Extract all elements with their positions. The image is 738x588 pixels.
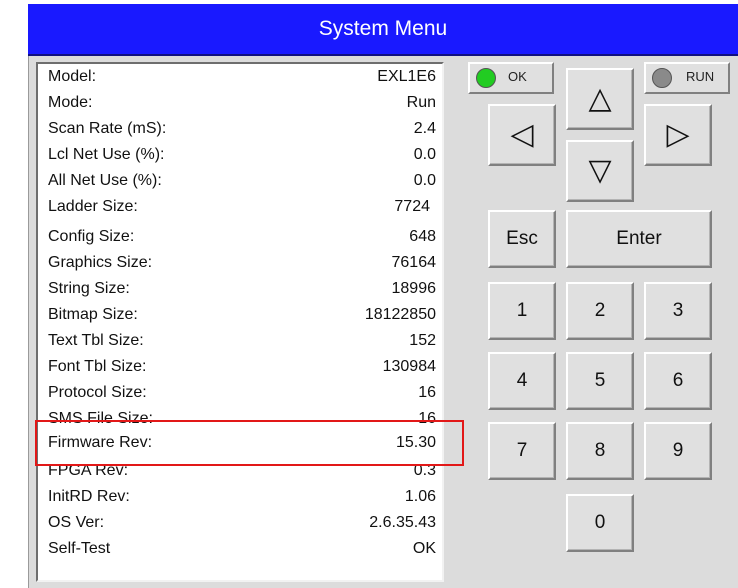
info-label: Ladder Size: xyxy=(48,198,138,215)
down-arrow-button[interactable]: ▽ xyxy=(566,140,634,202)
info-label: Text Tbl Size: xyxy=(48,332,144,349)
info-label: OS Ver: xyxy=(48,514,105,531)
key-2-button[interactable]: 2 xyxy=(566,282,634,340)
down-triangle-icon: ▽ xyxy=(588,154,612,187)
enter-button[interactable]: Enter xyxy=(566,210,712,268)
key-3-button[interactable]: 3 xyxy=(644,282,712,340)
esc-button[interactable]: Esc xyxy=(488,210,556,268)
info-row-config-size: Config Size: 648 xyxy=(48,228,440,250)
info-value: Run xyxy=(406,94,436,111)
run-led-icon xyxy=(652,68,672,88)
info-row-lcl-net-use: Lcl Net Use (%): 0.0 xyxy=(48,146,440,168)
run-status-label: RUN xyxy=(686,69,715,84)
key-9-button[interactable]: 9 xyxy=(644,422,712,480)
ok-status-label: OK xyxy=(508,69,527,84)
info-row-all-net-use: All Net Use (%): 0.0 xyxy=(48,172,440,194)
info-value: 1.06 xyxy=(404,488,436,505)
key-8-button[interactable]: 8 xyxy=(566,422,634,480)
info-row-mode: Mode: Run xyxy=(48,94,440,116)
info-value: 0.0 xyxy=(413,172,436,189)
ok-led-icon xyxy=(476,68,496,88)
info-row-initrd-rev: InitRD Rev: 1.06 xyxy=(48,488,440,510)
info-value: 76164 xyxy=(391,254,437,271)
info-value: 16 xyxy=(418,384,436,401)
key-4-button[interactable]: 4 xyxy=(488,352,556,410)
info-value: 18996 xyxy=(391,280,437,297)
system-info-list: Model: EXL1E6 Mode: Run Scan Rate (mS): … xyxy=(36,62,444,582)
info-value: 18122850 xyxy=(364,306,436,323)
left-triangle-icon: ◁ xyxy=(510,118,534,151)
firmware-rev-highlight xyxy=(35,420,464,466)
info-label: Protocol Size: xyxy=(48,384,147,401)
info-row-self-test: Self-Test OK xyxy=(48,540,440,562)
info-value: OK xyxy=(412,540,436,557)
info-row-font-tbl-size: Font Tbl Size: 130984 xyxy=(48,358,440,380)
info-value: 2.4 xyxy=(413,120,436,137)
ok-status-indicator: OK xyxy=(468,62,554,94)
info-row-string-size: String Size: 18996 xyxy=(48,280,440,302)
info-value: 152 xyxy=(409,332,436,349)
info-row-graphics-size: Graphics Size: 76164 xyxy=(48,254,440,276)
key-5-button[interactable]: 5 xyxy=(566,352,634,410)
info-value: 648 xyxy=(409,228,436,245)
info-label: Graphics Size: xyxy=(48,254,153,271)
info-label: Bitmap Size: xyxy=(48,306,138,323)
info-label: String Size: xyxy=(48,280,130,297)
info-value: EXL1E6 xyxy=(377,68,436,85)
info-row-os-ver: OS Ver: 2.6.35.43 xyxy=(48,514,440,536)
info-label: Mode: xyxy=(48,94,93,111)
info-label: Self-Test xyxy=(48,540,111,557)
key-6-button[interactable]: 6 xyxy=(644,352,712,410)
info-row-model: Model: EXL1E6 xyxy=(48,68,440,90)
right-triangle-icon: ▷ xyxy=(666,118,690,151)
page-title: System Menu xyxy=(28,4,738,56)
up-triangle-icon: △ xyxy=(588,82,612,115)
key-0-button[interactable]: 0 xyxy=(566,494,634,552)
info-row-scan-rate: Scan Rate (mS): 2.4 xyxy=(48,120,440,142)
info-label: Model: xyxy=(48,68,97,85)
info-label: Lcl Net Use (%): xyxy=(48,146,165,163)
info-value: 130984 xyxy=(382,358,436,375)
key-7-button[interactable]: 7 xyxy=(488,422,556,480)
info-label: Config Size: xyxy=(48,228,135,245)
up-arrow-button[interactable]: △ xyxy=(566,68,634,130)
info-label: All Net Use (%): xyxy=(48,172,162,189)
info-row-text-tbl-size: Text Tbl Size: 152 xyxy=(48,332,440,354)
info-label: InitRD Rev: xyxy=(48,488,130,505)
info-value: 7724 xyxy=(394,198,430,215)
info-row-protocol-size: Protocol Size: 16 xyxy=(48,384,440,406)
info-label: Scan Rate (mS): xyxy=(48,120,167,137)
info-row-ladder-size: Ladder Size: 7724 xyxy=(48,198,440,220)
left-arrow-button[interactable]: ◁ xyxy=(488,104,556,166)
info-row-bitmap-size: Bitmap Size: 18122850 xyxy=(48,306,440,328)
key-1-button[interactable]: 1 xyxy=(488,282,556,340)
info-value: 2.6.35.43 xyxy=(369,514,436,531)
info-value: 0.0 xyxy=(413,146,436,163)
run-status-indicator: RUN xyxy=(644,62,730,94)
right-arrow-button[interactable]: ▷ xyxy=(644,104,712,166)
info-label: Font Tbl Size: xyxy=(48,358,147,375)
